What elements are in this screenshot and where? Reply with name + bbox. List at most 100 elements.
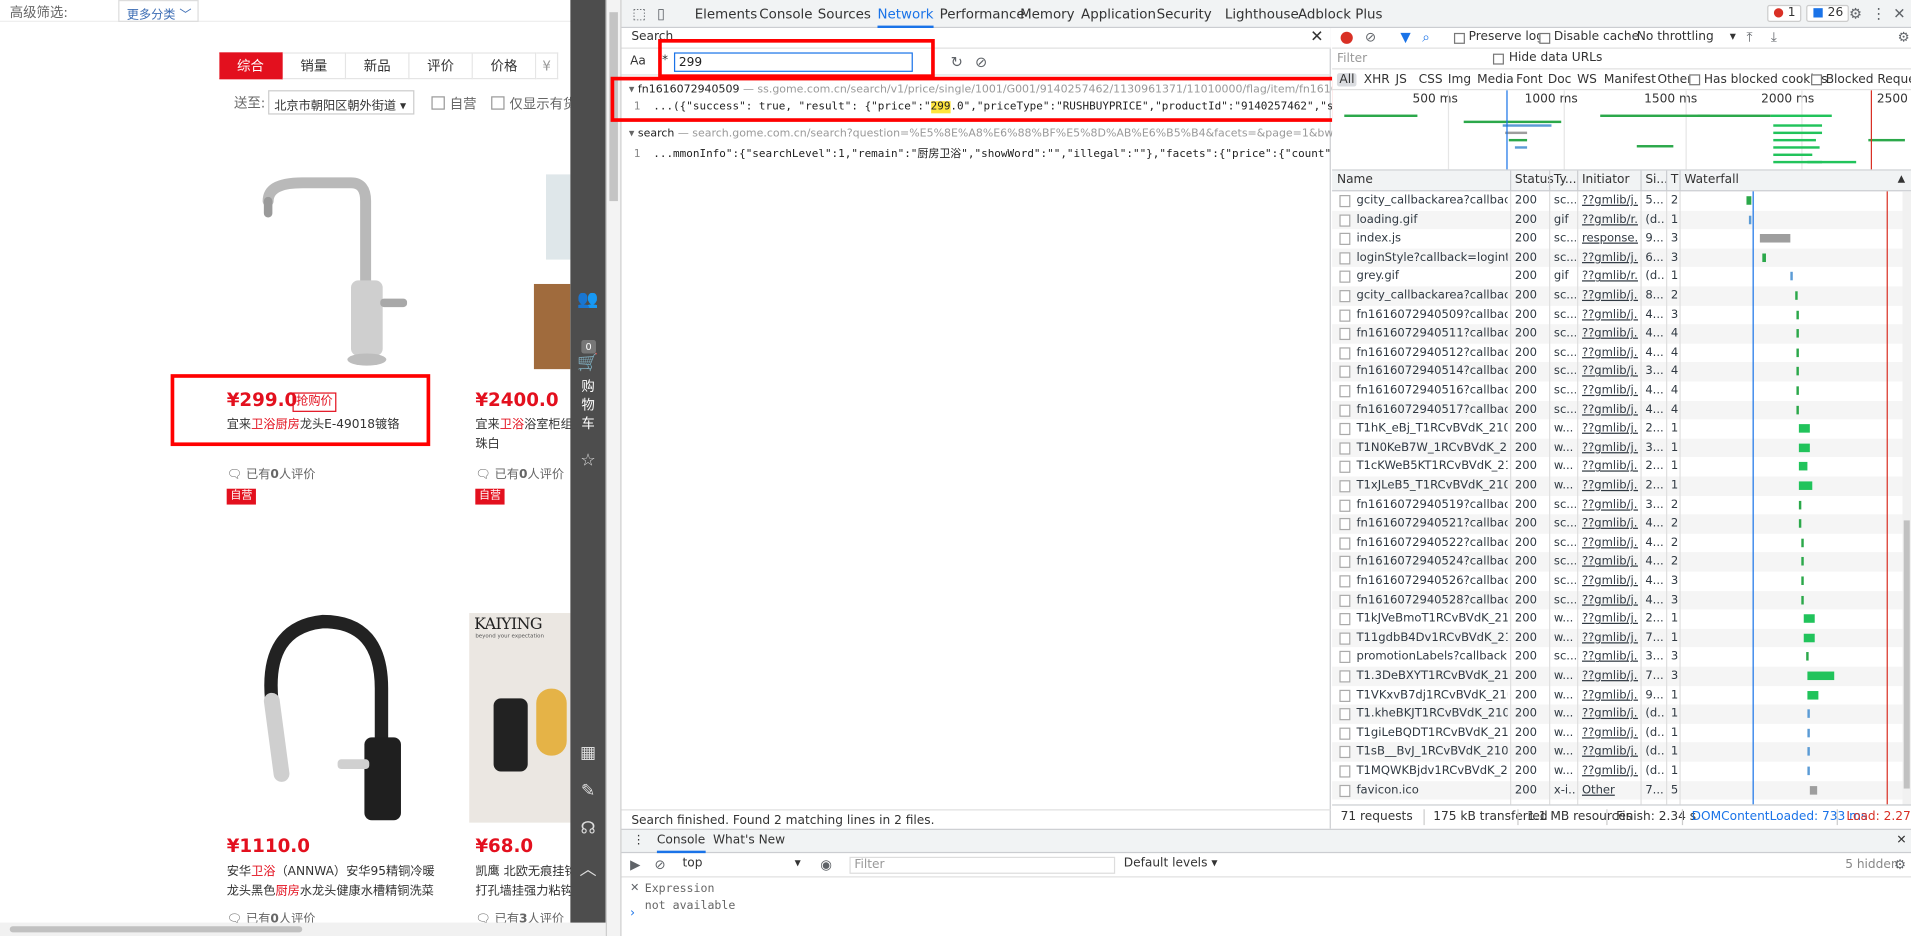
console-filter-input[interactable]: Filter xyxy=(849,856,1116,874)
type-filter-media[interactable]: Media xyxy=(1477,73,1514,86)
request-initiator[interactable]: ??gmlib/r... xyxy=(1582,270,1638,283)
close-devtools-icon[interactable]: ✕ xyxy=(1892,5,1908,22)
console-settings-icon[interactable]: ⚙ xyxy=(1894,857,1906,873)
request-initiator[interactable]: ??gmlib/j... xyxy=(1582,365,1638,378)
live-expression-eye-icon[interactable]: ◉ xyxy=(820,857,832,873)
type-filter-all[interactable]: All xyxy=(1336,73,1357,87)
request-initiator[interactable]: response... xyxy=(1582,232,1638,245)
sort-tab-reviews[interactable]: 评价 xyxy=(409,52,473,80)
request-row[interactable]: T1.kheBKJT1RCvBVdK_210.jpg 200 w... ??gmlib… xyxy=(1332,704,1905,724)
request-row[interactable]: fn1616072940517?callback=fn... 200 sc...??… xyxy=(1332,400,1905,420)
request-row[interactable]: fn1616072940519?callback=fn... 200 sc...??… xyxy=(1332,496,1905,515)
request-row[interactable]: fn1616072940514?callback=fn... 200 sc...??… xyxy=(1332,362,1905,382)
context-select[interactable]: top ▾ xyxy=(683,857,805,870)
type-filter-css[interactable]: CSS xyxy=(1419,73,1443,86)
tab-network[interactable]: Network xyxy=(877,0,934,29)
request-initiator[interactable]: ??gmlib/j... xyxy=(1582,327,1638,340)
disable-cache-checkbox[interactable] xyxy=(1539,32,1551,44)
request-row[interactable]: fn1616072940512?callback=fn... 200 sc...??… xyxy=(1332,343,1905,362)
request-row[interactable]: T1.3DeBXYT1RCvBVdK_210.jpg 200 w... ??gmlib… xyxy=(1332,666,1905,686)
request-initiator[interactable]: ??gmlib/j... xyxy=(1582,384,1638,397)
network-filter-input[interactable]: Filter xyxy=(1337,52,1367,65)
request-row[interactable]: fn1616072940526?callback=fn... 200 sc...??… xyxy=(1332,572,1905,591)
request-row[interactable]: T1sB__BvJ_1RCvBVdK_210.jpg 200 w... ??gmlib… xyxy=(1332,742,1905,762)
request-row[interactable]: loading.gif 200 gif ??gmlib/r... (d... 1 xyxy=(1332,210,1905,230)
type-filter-font[interactable]: Font xyxy=(1516,73,1543,86)
request-initiator[interactable]: ??gmlib/j... xyxy=(1582,631,1638,644)
tab-application[interactable]: Application xyxy=(1081,0,1156,28)
request-initiator[interactable]: ??gmlib/j... xyxy=(1582,726,1638,739)
request-initiator[interactable]: ??gmlib/j... xyxy=(1582,707,1638,720)
product-image-cabinet[interactable] xyxy=(533,174,571,370)
request-initiator[interactable]: Other xyxy=(1582,783,1638,796)
type-filter-js[interactable]: JS xyxy=(1395,73,1406,86)
type-filter-ws[interactable]: WS xyxy=(1577,73,1597,86)
drawer-tab-console[interactable]: Console xyxy=(656,834,706,854)
request-row[interactable]: T1giLeBQDT1RCvBVdK_210.jpg 200 w... ??gmlib… xyxy=(1332,724,1905,743)
request-initiator[interactable]: ??gmlib/j... xyxy=(1582,441,1638,454)
price-range-input[interactable]: ¥ xyxy=(536,52,559,80)
request-row[interactable]: T1xJLeB5_T1RCvBVdK_210.jpg 200 w... ??gmlib… xyxy=(1332,476,1905,496)
request-initiator[interactable]: ??gmlib/j... xyxy=(1582,517,1638,530)
refresh-icon[interactable]: ↻ xyxy=(951,54,963,71)
product-name[interactable]: 宜来卫浴浴室柜组 珠白 xyxy=(475,416,573,455)
column-waterfall[interactable]: Waterfall xyxy=(1684,173,1739,186)
tab-console[interactable]: Console xyxy=(759,0,812,28)
error-count-badge[interactable]: ● 1 xyxy=(1767,4,1802,22)
request-initiator[interactable]: ??gmlib/r... xyxy=(1582,213,1638,226)
request-row[interactable]: gcity_callbackarea?callback=g... 200 sc...… xyxy=(1332,191,1905,210)
settings-gear-icon[interactable]: ⚙ xyxy=(1848,5,1864,22)
console-prompt-icon[interactable]: › xyxy=(630,907,635,920)
export-har-icon[interactable]: ⤓ xyxy=(1771,29,1777,46)
self-run-checkbox[interactable] xyxy=(431,96,445,110)
hide-data-urls-checkbox[interactable] xyxy=(1492,53,1504,65)
remove-expression-icon[interactable]: ✕ xyxy=(630,882,639,894)
request-row[interactable]: fn1616072940522?callback=fn... 200 sc...??… xyxy=(1332,534,1905,553)
request-initiator[interactable]: ??gmlib/j... xyxy=(1582,194,1638,207)
tab-security[interactable]: Security xyxy=(1157,0,1212,28)
request-initiator[interactable]: ??gmlib/j... xyxy=(1582,669,1638,682)
more-options-icon[interactable]: ⋮ xyxy=(1871,5,1887,22)
drawer-tab-whats-new[interactable]: What's New xyxy=(713,834,785,847)
headset-icon[interactable]: ☊ xyxy=(570,819,605,839)
request-row[interactable]: gcity_callbackarea?callback=g... 200 sc...… xyxy=(1332,286,1905,306)
product-image-hook[interactable]: KAIYING beyond your expectation xyxy=(469,613,571,823)
request-row[interactable]: T1N0KeB7W_1RCvBVdK_210.jpg 200 w... ??gmlib… xyxy=(1332,438,1905,458)
horizontal-scrollbar[interactable] xyxy=(0,922,606,936)
request-row[interactable]: T1hK_eBj_T1RCvBVdK_210.jpg 200 w... ??gmlib… xyxy=(1332,419,1905,438)
tab-elements[interactable]: Elements xyxy=(695,0,757,28)
type-filter-img[interactable]: Img xyxy=(1448,73,1471,86)
type-filter-other[interactable]: Other xyxy=(1658,73,1693,86)
request-row[interactable]: T11gdbB4Dv1RCvBVdK_210.jpg 200 w... ??gmlib… xyxy=(1332,628,1905,648)
inspect-element-icon[interactable]: ⬚ xyxy=(631,5,647,22)
clear-search-icon[interactable]: ⊘ xyxy=(975,54,987,71)
filter-icon[interactable]: ▼ xyxy=(1400,29,1410,45)
column-time[interactable]: T xyxy=(1671,173,1678,186)
review-count[interactable]: 🗨 已有0人评价 xyxy=(227,463,316,481)
preserve-log-checkbox[interactable] xyxy=(1453,32,1465,44)
request-initiator[interactable]: ??gmlib/j... xyxy=(1582,593,1638,606)
request-row[interactable]: fn1616072940524?callback=fn... 200 sc...??… xyxy=(1332,552,1905,572)
product-name[interactable]: 宜来卫浴厨房龙头E-49018镀铬 xyxy=(227,416,400,436)
request-initiator[interactable]: ??gmlib/j... xyxy=(1582,251,1638,264)
tab-adblock-plus[interactable]: Adblock Plus xyxy=(1298,0,1383,28)
request-row[interactable]: fn1616072940511?callback=fn... 200 sc...??… xyxy=(1332,324,1905,344)
sort-tab-new[interactable]: 新品 xyxy=(346,52,410,80)
blocked-requests-checkbox[interactable] xyxy=(1811,74,1823,86)
favorites-star-icon[interactable]: ☆ xyxy=(570,451,605,471)
close-drawer-icon[interactable]: ✕ xyxy=(1896,834,1906,847)
customer-service-icon[interactable]: 👥 xyxy=(570,290,605,310)
request-initiator[interactable]: ??gmlib/j... xyxy=(1582,555,1638,568)
column-status[interactable]: Status xyxy=(1515,173,1554,186)
address-select[interactable]: 北京市朝阳区朝外街道 ▾ xyxy=(268,90,415,115)
tab-sources[interactable]: Sources xyxy=(818,0,871,28)
request-initiator[interactable]: ??gmlib/j... xyxy=(1582,764,1638,777)
request-row[interactable]: grey.gif 200 gif ??gmlib/r... (d... 1 xyxy=(1332,267,1905,286)
request-initiator[interactable]: ??gmlib/j... xyxy=(1582,688,1638,701)
request-initiator[interactable]: ??gmlib/j... xyxy=(1582,422,1638,435)
request-row[interactable]: index.js 200 sc... response... 9... 3 xyxy=(1332,229,1905,248)
search-result-file[interactable]: ▾ search — search.gome.com.cn/search?que… xyxy=(629,128,1443,140)
type-filter-manifest[interactable]: Manifest xyxy=(1604,73,1656,86)
sort-tab-comprehensive[interactable]: 综合 xyxy=(219,52,283,80)
back-to-top-icon[interactable]: ︿ xyxy=(570,857,605,881)
